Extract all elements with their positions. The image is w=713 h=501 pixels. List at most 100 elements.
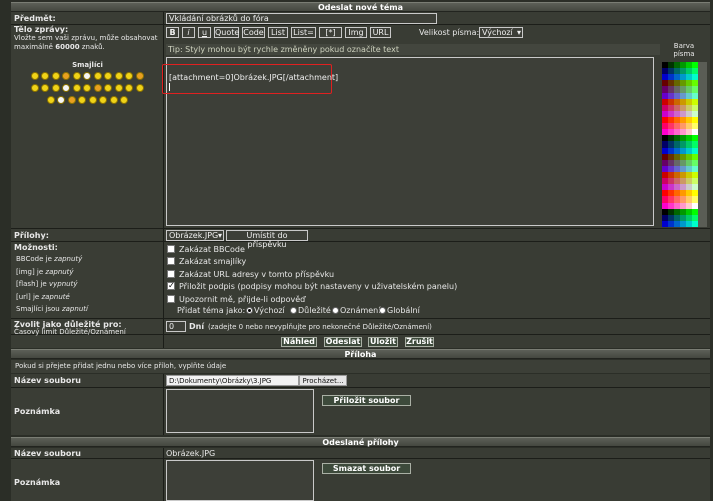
topic-type-label: Výchozí bbox=[254, 306, 285, 315]
attachments-label: Přílohy: bbox=[14, 231, 49, 240]
status-state: zapnutý bbox=[54, 255, 83, 263]
place-in-post-button[interactable]: Umístit do příspěvku bbox=[226, 230, 308, 249]
smiley-icon[interactable] bbox=[93, 84, 102, 92]
toolbar-button-4[interactable]: Code bbox=[242, 27, 265, 38]
row-divider bbox=[11, 318, 710, 319]
smiley-icon[interactable] bbox=[67, 96, 76, 104]
toolbar-button-0[interactable]: B bbox=[166, 27, 179, 38]
color-panel-label: Barva písma bbox=[661, 42, 707, 58]
smiley-icon[interactable] bbox=[120, 96, 128, 104]
smiley-icon[interactable] bbox=[99, 96, 107, 104]
chevron-down-icon: ▾ bbox=[217, 231, 222, 240]
palette-scrollbar[interactable] bbox=[698, 62, 707, 227]
checkbox[interactable] bbox=[167, 257, 175, 266]
checkbox-label: Zakázat URL adresy v tomto příspěvku bbox=[179, 269, 335, 279]
smiley-icon[interactable] bbox=[135, 72, 144, 80]
topic-type-label: Oznámení bbox=[340, 306, 381, 315]
status-word: je bbox=[40, 280, 47, 288]
smiley-icon[interactable] bbox=[135, 84, 144, 92]
checkbox-label: Upozornit mě, přijde-li odpověď bbox=[179, 294, 306, 304]
filename-label: Název souboru bbox=[14, 376, 81, 385]
option-status-item: Smajlíci jsou zapnutí bbox=[16, 303, 88, 316]
preview-button[interactable]: Náhled bbox=[281, 337, 317, 347]
attach-section-title: Příloha bbox=[344, 350, 377, 359]
checkbox-label: Zakázat smajlíky bbox=[179, 257, 247, 267]
smiley-icon[interactable] bbox=[114, 72, 123, 80]
posted-note-label: Poznámka bbox=[14, 478, 61, 487]
font-size-label: Velikost písma: bbox=[419, 28, 480, 37]
attach-hint: Pokud si přejete přidat jednu nebo více … bbox=[15, 362, 227, 370]
smiley-icon[interactable] bbox=[51, 84, 60, 92]
checkbox[interactable] bbox=[167, 269, 175, 278]
smiley-icon[interactable] bbox=[88, 96, 97, 104]
max-chars: 60000 bbox=[55, 43, 80, 51]
checkbox[interactable] bbox=[167, 294, 175, 303]
cancel-button[interactable]: Zrušit bbox=[405, 337, 434, 347]
color-label-line: písma bbox=[673, 50, 695, 58]
smiley-icon[interactable] bbox=[51, 72, 60, 80]
status-word: je bbox=[36, 267, 44, 276]
topic-type-radio[interactable] bbox=[332, 307, 339, 314]
smiley-icon[interactable] bbox=[57, 96, 65, 104]
option-status-item: [img] je zapnutý bbox=[16, 266, 88, 279]
smiley-icon[interactable] bbox=[109, 96, 118, 104]
editor-content: [attachment=0]Obrázek.JPG[/attachment] bbox=[169, 73, 339, 82]
checkbox-label: Zakázat BBCode bbox=[179, 245, 245, 254]
topic-type-radio[interactable] bbox=[290, 307, 297, 314]
form-header: Odeslat nové téma bbox=[11, 2, 710, 12]
save-button[interactable]: Uložit bbox=[368, 337, 398, 347]
browse-button[interactable]: Procházet... bbox=[299, 375, 347, 386]
option-status-item: [flash] je vypnutý bbox=[16, 278, 88, 291]
checkbox-label: Přiložit podpis (podpisy mohou být nasta… bbox=[179, 282, 458, 292]
add-attachment-button[interactable]: Přiložit soubor bbox=[322, 395, 411, 406]
body-hint-line: Vložte sem vaši zprávu, může obsahovat bbox=[14, 34, 158, 42]
posted-filename-label: Název souboru bbox=[14, 449, 81, 458]
subject-label: Předmět: bbox=[14, 14, 56, 23]
status-state: zapnutí bbox=[61, 305, 88, 313]
status-name: [img] bbox=[16, 267, 35, 276]
smiley-icon[interactable] bbox=[93, 72, 102, 80]
status-name: [url] bbox=[16, 292, 31, 301]
toolbar-button-9[interactable]: URL bbox=[370, 27, 391, 38]
toolbar-button-5[interactable]: List bbox=[268, 27, 288, 38]
attachment-select[interactable]: Obrázek.JPG ▾ bbox=[166, 230, 224, 241]
submit-button[interactable]: Odeslat bbox=[324, 337, 362, 347]
toolbar-button-3[interactable]: Quote bbox=[214, 27, 239, 38]
smiley-icon[interactable] bbox=[72, 84, 81, 92]
smiley-icon[interactable] bbox=[46, 96, 55, 104]
topic-type-label: Přidat téma jako: bbox=[177, 306, 246, 315]
toolbar-button-2[interactable]: u bbox=[198, 27, 211, 38]
smiley-icon[interactable] bbox=[30, 72, 39, 80]
smiley-icon[interactable] bbox=[78, 96, 86, 104]
form-title: Odeslat nové téma bbox=[317, 3, 404, 12]
color-palette[interactable] bbox=[662, 62, 698, 228]
row-divider bbox=[11, 387, 710, 388]
option-status-item: [url] je zapnuté bbox=[16, 291, 88, 304]
toolbar-button-1[interactable]: i bbox=[182, 27, 195, 38]
color-label-line: Barva bbox=[673, 42, 695, 50]
toolbar-button-6[interactable]: List= bbox=[291, 27, 316, 38]
smiley-icon[interactable] bbox=[114, 84, 123, 92]
file-path-input[interactable]: D:\Dokumenty\Obrázky\3.JPG bbox=[166, 375, 299, 386]
checkbox[interactable] bbox=[167, 245, 175, 253]
smiley-icon[interactable] bbox=[72, 72, 81, 80]
toolbar-button-8[interactable]: Img bbox=[345, 27, 367, 38]
posted-note-textarea[interactable] bbox=[166, 460, 314, 501]
chevron-down-icon: ▾ bbox=[516, 28, 521, 37]
subject-input[interactable]: Vkládání obrázků do fóra bbox=[166, 13, 437, 24]
sticky-days-input[interactable]: 0 bbox=[166, 321, 186, 332]
topic-type-radio[interactable] bbox=[379, 307, 386, 314]
attach-hint-row: Pokud si přejete přidat jednu nebo více … bbox=[11, 360, 710, 373]
smiley-icon[interactable] bbox=[30, 84, 39, 92]
option-status-item: BBCode je zapnutý bbox=[16, 253, 88, 266]
text-cursor bbox=[169, 83, 170, 91]
row-divider bbox=[11, 241, 710, 242]
delete-attachment-button[interactable]: Smazat soubor bbox=[322, 463, 411, 474]
font-size-select[interactable]: Výchozí ▾ bbox=[479, 27, 523, 38]
attach-note-textarea[interactable] bbox=[166, 389, 314, 433]
sticky-hint: (zadejte 0 nebo nevyplňujte pro nekonečn… bbox=[208, 323, 432, 331]
checkbox[interactable] bbox=[167, 282, 175, 291]
topic-type-radio[interactable] bbox=[246, 307, 253, 314]
toolbar-button-7[interactable]: [*] bbox=[319, 27, 342, 38]
note-label: Poznámka bbox=[14, 407, 61, 416]
